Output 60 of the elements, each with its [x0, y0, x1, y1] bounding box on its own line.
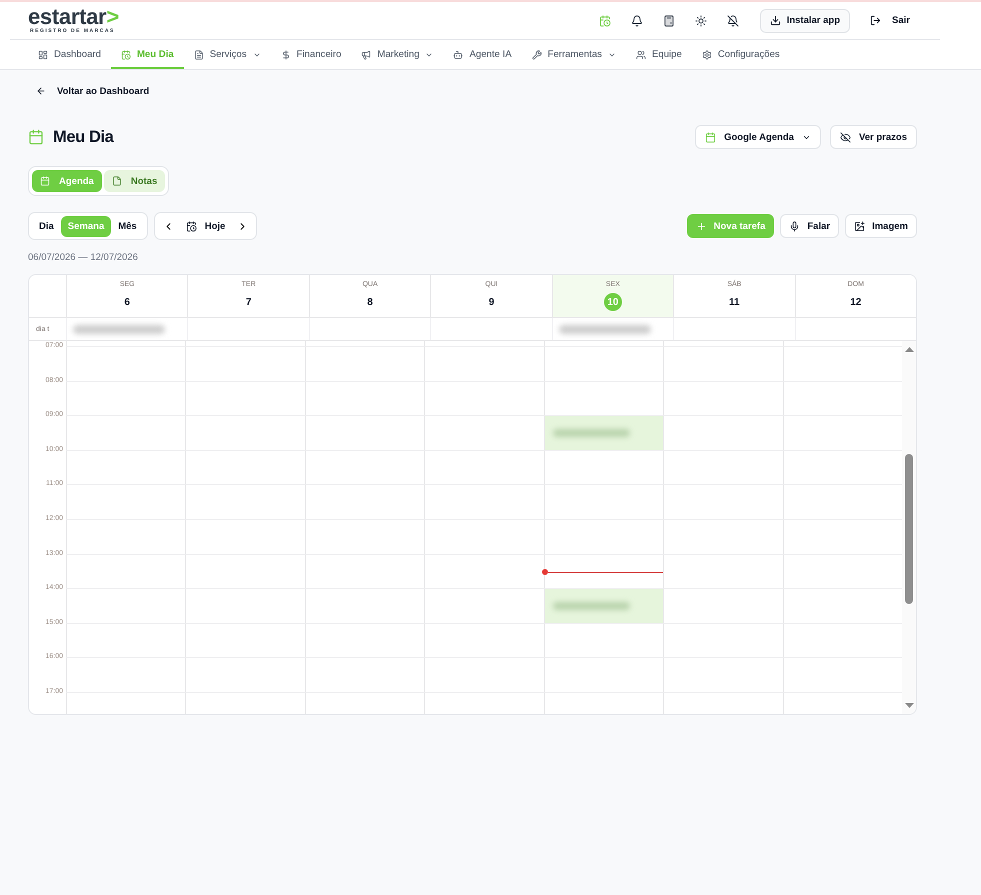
- view-tab[interactable]: Notas: [104, 170, 166, 192]
- calendar-clock-icon: [186, 220, 197, 232]
- sun-icon[interactable]: [694, 14, 707, 26]
- logo-wordmark: estartar>: [28, 7, 119, 26]
- plus-icon: [696, 220, 707, 232]
- date-number: 7: [244, 296, 252, 310]
- calendar-clock-icon[interactable]: [598, 14, 611, 26]
- date-range: 06/07/2026 — 12/07/2026: [28, 252, 138, 264]
- nav-tab[interactable]: Marketing: [351, 40, 444, 69]
- calculator-icon[interactable]: [662, 14, 675, 26]
- scroll-down-icon[interactable]: [904, 703, 914, 708]
- date-number: 9: [488, 296, 496, 310]
- dollar-icon: [280, 50, 291, 60]
- dropdown-button[interactable]: Google Agenda: [695, 125, 821, 149]
- range-tab[interactable]: Mês: [111, 216, 144, 236]
- calendar-icon: [705, 132, 716, 142]
- back-arrow-icon: [36, 86, 46, 96]
- users-icon: [636, 50, 646, 60]
- blurred-event[interactable]: [558, 324, 651, 334]
- blurred-event[interactable]: [73, 324, 166, 334]
- nav-tab[interactable]: Ferramentas: [522, 40, 626, 69]
- date-number: 6: [123, 296, 131, 310]
- bell-icon[interactable]: [630, 14, 643, 26]
- scrollbar-thumb[interactable]: [905, 454, 913, 604]
- scroll-up-icon[interactable]: [904, 347, 914, 352]
- toggle-button[interactable]: Ver prazos: [830, 125, 917, 149]
- date-number: 12: [849, 296, 862, 310]
- image-plus-icon: [854, 220, 866, 232]
- megaphone-icon: [361, 50, 372, 60]
- logout-button[interactable]: Sair: [870, 8, 910, 32]
- eye-off-icon: [840, 132, 851, 142]
- time-slot[interactable]: [544, 554, 664, 588]
- robot-icon: [453, 50, 464, 60]
- action-button[interactable]: Falar: [780, 214, 840, 238]
- nav-tab[interactable]: Configurações: [692, 40, 790, 69]
- document-icon: [194, 50, 204, 60]
- nav-tab[interactable]: Agente IA: [443, 40, 522, 69]
- calendar-icon: [40, 176, 50, 186]
- wrench-icon: [532, 50, 542, 60]
- download-icon: [770, 15, 781, 26]
- nav-tab[interactable]: Equipe: [626, 40, 692, 69]
- settings-icon: [702, 50, 712, 60]
- calendar-clock-icon: [120, 50, 131, 60]
- grid-icon: [38, 50, 48, 60]
- nav-tab[interactable]: Dashboard: [28, 40, 111, 69]
- mic-icon: [789, 220, 800, 232]
- action-button[interactable]: Imagem: [845, 214, 917, 238]
- file-icon: [112, 176, 122, 186]
- page-title: Meu Dia: [53, 128, 114, 146]
- calendar-icon: [28, 129, 44, 145]
- back-link[interactable]: Voltar ao Dashboard: [28, 81, 158, 101]
- date-number: 11: [728, 296, 741, 310]
- date-number: 8: [366, 296, 374, 310]
- logout-icon: [870, 15, 882, 26]
- install-app-button[interactable]: Instalar app: [760, 8, 850, 32]
- nav-tab[interactable]: Serviços: [184, 40, 271, 69]
- range-tab[interactable]: Dia: [32, 216, 61, 236]
- date-number: 10: [604, 293, 622, 311]
- bell-off-icon[interactable]: [726, 14, 739, 26]
- nav-tab[interactable]: Financeiro: [270, 40, 352, 69]
